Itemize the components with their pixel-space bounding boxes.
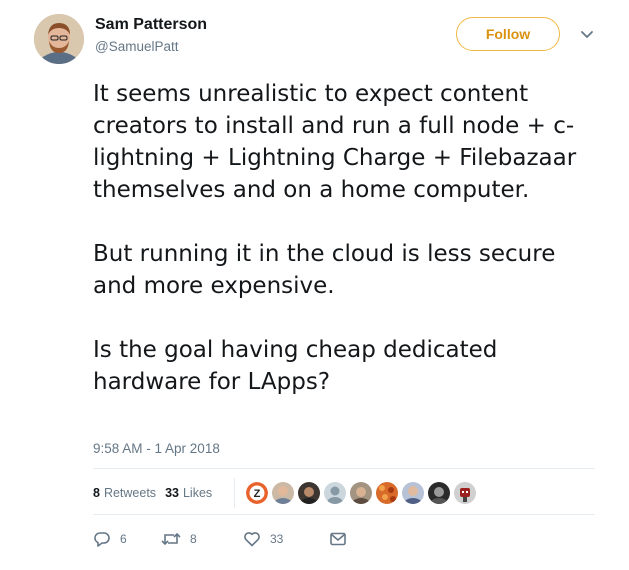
likes-count: 33: [165, 486, 179, 500]
reply-button[interactable]: 6: [93, 530, 161, 548]
liker-avatar[interactable]: [376, 482, 398, 504]
reply-count: 6: [120, 532, 127, 546]
retweet-button[interactable]: 8: [161, 530, 243, 548]
author-name[interactable]: Sam Patterson: [95, 16, 207, 34]
chevron-down-icon: [581, 31, 593, 38]
liker-avatar[interactable]: [402, 482, 424, 504]
author-photo-icon: [34, 14, 84, 64]
person-avatar-icon: [350, 482, 372, 504]
person-avatar-icon: [272, 482, 294, 504]
reply-icon: [94, 532, 110, 547]
retweets-label: Retweets: [103, 486, 157, 500]
liker-avatar[interactable]: [350, 482, 372, 504]
author-handle[interactable]: @SamuelPatt: [95, 39, 179, 54]
message-icon: [330, 532, 346, 546]
pattern-avatar-icon: [376, 482, 398, 504]
tweet-timestamp[interactable]: 9:58 AM - 1 Apr 2018: [93, 441, 220, 456]
follow-button[interactable]: Follow: [456, 17, 560, 51]
svg-text:Z: Z: [254, 488, 261, 500]
z-logo-avatar-icon: Z: [246, 482, 268, 504]
like-count: 33: [270, 532, 284, 546]
retweets-stat[interactable]: 8 Retweets: [93, 486, 156, 500]
retweets-count: 8: [93, 486, 100, 500]
liker-avatar[interactable]: [324, 482, 346, 504]
tweet-paragraph: Is the goal having cheap dedicated hardw…: [93, 337, 498, 395]
liker-avatar[interactable]: Z: [246, 482, 268, 504]
likers-avatars: Z: [246, 482, 480, 504]
more-options-button[interactable]: [578, 26, 596, 42]
liker-avatar[interactable]: [298, 482, 320, 504]
person-avatar-icon: [402, 482, 424, 504]
like-button[interactable]: 33: [243, 530, 329, 548]
liker-avatar[interactable]: [454, 482, 476, 504]
tweet-actions: 6 8 33: [93, 530, 347, 548]
default-avatar-icon: [324, 482, 346, 504]
follow-button-label: Follow: [485, 26, 531, 42]
divider: [234, 478, 235, 508]
likes-stat[interactable]: 33 Likes: [165, 486, 212, 500]
divider: [93, 514, 595, 515]
engagement-stats: 8 Retweets 33 Likes: [93, 486, 212, 500]
tweet-paragraph: But running it in the cloud is less secu…: [93, 241, 556, 299]
person-avatar-icon: [428, 482, 450, 504]
liker-avatar[interactable]: [428, 482, 450, 504]
retweet-icon: [161, 532, 181, 546]
liker-avatar[interactable]: [272, 482, 294, 504]
robot-avatar-icon: [454, 482, 476, 504]
person-avatar-icon: [298, 482, 320, 504]
divider: [93, 468, 595, 469]
tweet-text: It seems unrealistic to expect content c…: [93, 78, 598, 398]
retweet-count: 8: [190, 532, 197, 546]
direct-message-button[interactable]: [329, 530, 347, 548]
tweet-paragraph: It seems unrealistic to expect content c…: [93, 81, 577, 203]
heart-icon: [244, 532, 260, 547]
likes-label: Likes: [182, 486, 213, 500]
author-avatar[interactable]: [34, 14, 84, 64]
